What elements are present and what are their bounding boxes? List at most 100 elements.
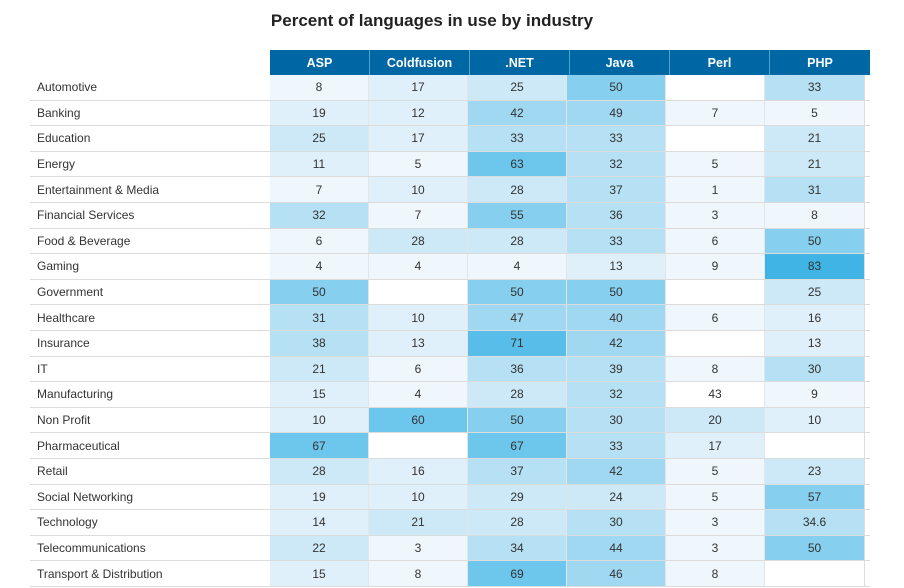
heatmap-cell: 5 <box>765 100 865 126</box>
heatmap-cell: 67 <box>270 433 369 458</box>
table-row: Automotive 8 17 25 50 33 <box>30 75 870 101</box>
table-row: IT 21 6 36 39 8 30 <box>30 356 870 383</box>
row-label: Manufacturing <box>37 387 114 402</box>
heatmap-cell: 24 <box>567 484 666 510</box>
column-header: Coldfusion <box>370 50 470 75</box>
table-row: Insurance 38 13 71 42 13 <box>30 330 870 357</box>
heatmap-cell: 17 <box>369 75 468 100</box>
row-label: Technology <box>37 515 98 530</box>
heatmap-cell: 43 <box>666 382 765 407</box>
heatmap-cell: 33 <box>567 228 666 254</box>
heatmap-cell: 21 <box>765 151 865 177</box>
heatmap-cell: 10 <box>765 407 865 433</box>
heatmap-cell: 4 <box>369 382 468 407</box>
heatmap-cell: 22 <box>270 535 369 561</box>
heatmap-cell: 7 <box>666 100 765 126</box>
heatmap-cell: 8 <box>666 561 765 586</box>
heatmap-cell: 39 <box>567 356 666 382</box>
table-row: Healthcare 31 10 47 40 6 16 <box>30 305 870 331</box>
heatmap-cell: 17 <box>369 126 468 151</box>
heatmap-cell: 15 <box>270 382 369 407</box>
heatmap-cell: 50 <box>468 407 567 433</box>
heatmap-cell: 10 <box>369 305 468 330</box>
heatmap-cell: 31 <box>765 177 865 202</box>
heatmap-cell: 29 <box>468 484 567 510</box>
heatmap-cell: 21 <box>369 510 468 535</box>
table-row: Telecommunications 22 3 34 44 3 50 <box>30 535 870 562</box>
heatmap-cell: 3 <box>666 535 765 561</box>
heatmap-cell: 6 <box>270 228 369 254</box>
heatmap-cell <box>666 279 765 305</box>
heatmap-cell: 13 <box>765 330 865 356</box>
heatmap-cell: 37 <box>567 177 666 202</box>
heatmap-cell: 13 <box>369 330 468 356</box>
heatmap-cell: 83 <box>765 254 865 279</box>
heatmap-cell <box>666 330 765 356</box>
row-label: Telecommunications <box>37 540 146 555</box>
heatmap-cell: 9 <box>765 382 865 407</box>
heatmap-cell: 30 <box>765 356 865 382</box>
row-label: Government <box>37 285 104 300</box>
heatmap-cell: 28 <box>468 228 567 254</box>
heatmap-cell <box>666 75 765 100</box>
row-label: IT <box>37 361 48 376</box>
heatmap-cell: 50 <box>468 279 567 305</box>
row-label: Social Networking <box>37 489 134 504</box>
row-label: Transport & Distribution <box>37 566 163 581</box>
heatmap-cell: 49 <box>567 100 666 126</box>
heatmap-cell: 10 <box>369 484 468 510</box>
heatmap-cell: 28 <box>369 228 468 254</box>
chart-title-text: Percent of languages in use by industry <box>270 11 594 30</box>
heatmap-cell <box>369 279 468 305</box>
heatmap-cell: 63 <box>468 151 567 177</box>
heatmap-cell: 10 <box>270 407 369 433</box>
table-row: Non Profit 10 60 50 30 20 10 <box>30 407 870 434</box>
column-header: Perl <box>670 50 770 75</box>
heatmap-cell: 31 <box>270 305 369 330</box>
heatmap-cell: 5 <box>369 151 468 177</box>
heatmap-cell: 19 <box>270 484 369 510</box>
table-body: Automotive 8 17 25 50 33 Banking 19 12 42 49 7 5 Educ… <box>30 75 870 587</box>
row-label: Energy <box>37 157 76 172</box>
table-row: Technology 14 21 28 30 3 34.6 <box>30 510 870 536</box>
table-row: Food & Beverage 6 28 28 33 6 50 <box>30 228 870 255</box>
heatmap-cell: 46 <box>567 561 666 586</box>
table-row: Manufacturing 15 4 28 32 43 9 <box>30 382 870 408</box>
heatmap-cell <box>765 433 865 458</box>
heatmap-cell: 4 <box>468 254 567 279</box>
heatmap-cell: 16 <box>369 458 468 484</box>
heatmap-cell: 50 <box>765 535 865 561</box>
heatmap-cell: 42 <box>567 330 666 356</box>
heatmap-table: ASP Coldfusion .NET Java Perl PHP Automo… <box>30 50 870 587</box>
heatmap-cell: 12 <box>369 100 468 126</box>
heatmap-cell: 21 <box>765 126 865 151</box>
heatmap-cell: 69 <box>468 561 567 586</box>
heatmap-cell: 50 <box>765 228 865 254</box>
table-row: Retail 28 16 37 42 5 23 <box>30 458 870 485</box>
heatmap-cell: 5 <box>666 484 765 510</box>
heatmap-cell: 5 <box>666 151 765 177</box>
heatmap-cell: 3 <box>666 510 765 535</box>
heatmap-cell: 21 <box>270 356 369 382</box>
heatmap-cell: 55 <box>468 202 567 228</box>
heatmap-cell: 6 <box>666 305 765 330</box>
heatmap-cell: 47 <box>468 305 567 330</box>
heatmap-cell: 14 <box>270 510 369 535</box>
heatmap-cell: 8 <box>666 356 765 382</box>
row-label: Gaming <box>37 259 80 274</box>
heatmap-cell: 36 <box>567 202 666 228</box>
heatmap-cell: 32 <box>270 202 369 228</box>
heatmap-cell: 38 <box>270 330 369 356</box>
table-row: Education 25 17 33 33 21 <box>30 126 870 152</box>
heatmap-cell: 16 <box>765 305 865 330</box>
heatmap-cell: 28 <box>468 177 567 202</box>
row-label: Automotive <box>37 80 98 95</box>
heatmap-cell: 30 <box>567 407 666 433</box>
heatmap-cell: 42 <box>468 100 567 126</box>
heatmap-cell: 28 <box>468 510 567 535</box>
chart-title: Percent of languages in use by industry <box>0 11 904 31</box>
heatmap-cell: 19 <box>270 100 369 126</box>
row-label: Pharmaceutical <box>37 438 120 453</box>
heatmap-cell: 60 <box>369 407 468 433</box>
table-row: Transport & Distribution 15 8 69 46 8 <box>30 561 870 587</box>
